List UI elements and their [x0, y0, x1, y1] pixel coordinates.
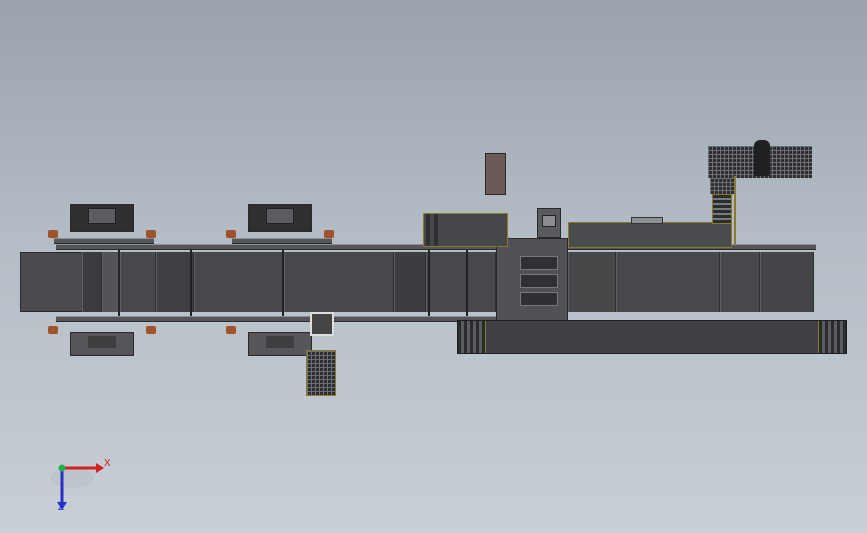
y-axis-dot-icon [58, 464, 66, 472]
frame-end-left [458, 321, 486, 353]
conveyor-segment-7 [394, 252, 426, 312]
conveyor-segment-4 [156, 252, 194, 312]
roller-icon [324, 230, 334, 238]
discharge-chute[interactable] [306, 312, 338, 396]
segment-divider [190, 250, 192, 316]
drive-crossbar [54, 238, 154, 244]
control-panel[interactable] [537, 208, 561, 238]
x-axis-arrow-icon [96, 463, 104, 473]
motor-cap [88, 208, 116, 224]
screen-icon [542, 215, 556, 227]
tower-window-3 [520, 292, 558, 306]
z-axis-label: Z [58, 502, 65, 513]
roller-icon [226, 326, 236, 334]
outfeed-segment-3 [720, 252, 760, 312]
drive-crossbar [232, 238, 332, 244]
stair-rail [734, 176, 736, 244]
gearbox-cap [88, 336, 116, 348]
motor-cap [266, 208, 294, 224]
x-axis-label: X [104, 458, 111, 469]
hopper-station[interactable] [423, 213, 508, 247]
outfeed-segment-2 [616, 252, 720, 312]
gearbox-cap [266, 336, 294, 348]
segment-divider [428, 250, 430, 316]
base-frame[interactable] [457, 320, 847, 354]
platform-figure-icon [754, 140, 770, 176]
segment-divider [466, 250, 468, 316]
tower-window-2 [520, 274, 558, 288]
roller-icon [48, 326, 58, 334]
graphics-viewport[interactable]: X Z [0, 0, 867, 533]
roller-icon [226, 230, 236, 238]
conveyor-segment-8 [426, 252, 496, 312]
outfeed-segment-4 [760, 252, 814, 312]
nameplate [631, 217, 663, 224]
stair-stringer [710, 178, 734, 194]
cabinet-post[interactable] [485, 153, 506, 195]
outfeed-segment-1 [568, 252, 616, 312]
roller-icon [48, 230, 58, 238]
roller-icon [146, 230, 156, 238]
roller-icon [146, 326, 156, 334]
tower-window-1 [520, 256, 558, 270]
stair-treads [712, 194, 732, 224]
chute-hopper [310, 312, 334, 336]
frame-end-right [818, 321, 846, 353]
access-platform[interactable] [708, 140, 812, 246]
drive-unit-1[interactable] [48, 202, 160, 356]
chute-grate [306, 350, 336, 396]
hopper-rib [434, 214, 438, 246]
hopper-rib [426, 214, 430, 246]
